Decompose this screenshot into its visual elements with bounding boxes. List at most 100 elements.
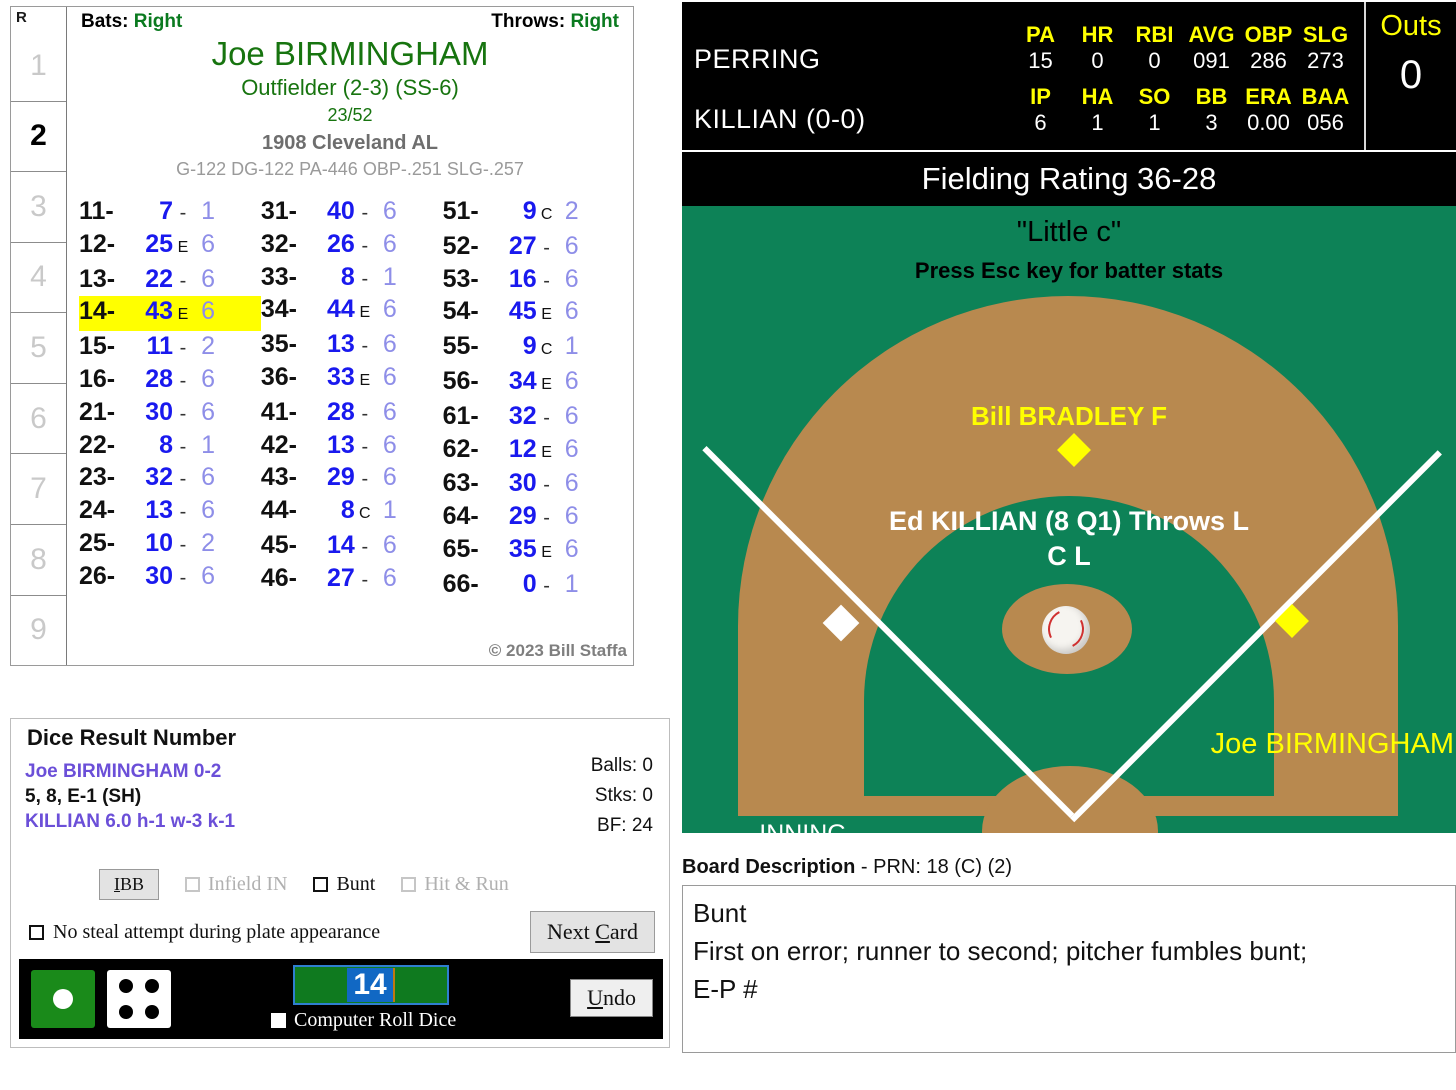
inning-cell-4[interactable]: 4: [11, 241, 66, 313]
roll-key: 12-: [79, 229, 116, 258]
die-pip: [119, 1004, 134, 1019]
roll-key: 64-: [442, 502, 479, 531]
hit-and-run-checkbox[interactable]: Hit & Run: [401, 873, 509, 896]
player-stats-line: G-122 DG-122 PA-446 OBP-.251 SLG-.257: [176, 159, 524, 179]
die-green[interactable]: [31, 970, 95, 1028]
roll-key: 36-: [260, 362, 297, 391]
roll-marker: -: [179, 533, 187, 556]
roll-number: 2: [201, 528, 215, 557]
roll-number: 2: [201, 332, 215, 361]
bunt-checkbox[interactable]: Bunt: [313, 873, 375, 896]
roll-result: 32: [145, 463, 173, 492]
roll-result: 44: [327, 295, 355, 324]
scorebar-pitcher-name: KILLIAN (0-0): [694, 104, 866, 134]
roll-key: 14-: [79, 297, 116, 326]
roll-key: 66-: [442, 569, 479, 598]
next-card-button[interactable]: Next Card: [529, 911, 655, 953]
roll-result: 13: [327, 430, 355, 459]
dice-roll-row: 16- 28-6: [79, 364, 261, 397]
inning-cell-3[interactable]: 3: [11, 171, 66, 242]
roll-key: 21-: [79, 397, 116, 426]
no-steal-checkbox[interactable]: No steal attempt during plate appearance: [29, 921, 380, 944]
roll-number: 6: [564, 469, 579, 498]
inning-cell-9[interactable]: 9: [11, 594, 66, 666]
roll-number: 6: [201, 561, 215, 590]
dice-roll-row: 15- 11-2: [79, 331, 261, 364]
roll-result: 22: [145, 264, 173, 293]
outs-panel: Outs 0: [1364, 2, 1456, 150]
die-pip: [119, 979, 134, 994]
roll-marker: -: [543, 236, 550, 259]
board-title-prefix: Board Description: [682, 856, 856, 878]
die-white[interactable]: [107, 970, 171, 1028]
pitcher-header-5: BAA: [1301, 84, 1350, 109]
roll-number: 6: [382, 430, 397, 459]
dice-roll-row: 41- 28-6: [261, 397, 443, 430]
roll-marker: C: [540, 206, 553, 223]
dice-roll-row: 31- 40-6: [261, 196, 443, 229]
roll-key: 32-: [260, 229, 297, 258]
roll-marker: -: [543, 474, 550, 497]
batter-value-2: 0: [1148, 48, 1161, 73]
scorebar-table: PA HR RBI AVG OBP SLG 15 0 0 091 286 273 IP HA SO BB E…: [1012, 22, 1354, 136]
batter-value-1: 0: [1091, 48, 1104, 73]
ibb-label-rest: BB: [120, 874, 145, 894]
dice-column-1: 11- 7-1 12- 25 E 6 13- 22-6 14- 43 E 6 15- 11-2 16- 28-…: [79, 196, 261, 602]
roll-result: 35: [508, 534, 537, 563]
roll-key: 46-: [260, 563, 297, 592]
roll-result: 29: [327, 463, 355, 492]
dice-roll-row: 66- 0-1: [443, 569, 625, 602]
roll-result: 7: [159, 197, 173, 225]
infield-in-checkbox[interactable]: Infield IN: [185, 873, 287, 896]
throws-label: Throws:: [491, 11, 566, 32]
dice-result-table: 11- 7-1 12- 25 E 6 13- 22-6 14- 43 E 6 15- 11-2 16- 28-…: [75, 196, 625, 602]
inning-cell-7[interactable]: 7: [11, 453, 66, 524]
roll-marker: -: [361, 234, 369, 257]
inning-cell-8[interactable]: 8: [11, 523, 66, 595]
roll-marker: -: [179, 435, 187, 458]
roll-marker: -: [179, 337, 187, 360]
scorebar-stats: PERRING KILLIAN (0-0) PA HR RBI AVG OBP SLG 1…: [682, 2, 1364, 150]
board-description-text: Bunt First on error; runner to second; p…: [682, 885, 1456, 1053]
die-pip: [53, 989, 73, 1009]
pitcher-value-2: 1: [1148, 110, 1161, 135]
roll-marker: E: [359, 371, 371, 389]
roll-value-field[interactable]: 14: [293, 965, 449, 1005]
player-position: Outfielder (2-3) (SS-6): [241, 75, 459, 100]
dice-roll-row: 22- 8-1: [79, 430, 261, 463]
dice-result-title: Dice Result Number: [23, 725, 241, 751]
roll-result: 9: [522, 332, 537, 361]
roll-result: 8: [159, 430, 173, 459]
roll-key: 43-: [260, 463, 297, 492]
roll-number: 6: [382, 295, 397, 324]
outs-label: Outs: [1380, 10, 1442, 42]
roll-key: 63-: [442, 469, 479, 498]
dice-roll-row: 34- 44 E 6: [261, 294, 443, 329]
dice-roll-row: 63- 30-6: [443, 468, 625, 501]
inning-cell-6[interactable]: 6: [11, 382, 66, 454]
roll-marker: E: [541, 375, 552, 393]
die-pip: [144, 979, 159, 994]
inning-cell-1[interactable]: 1: [11, 31, 66, 101]
roll-result: 11: [146, 332, 173, 361]
roll-marker: -: [361, 468, 369, 491]
roll-key: 22-: [79, 430, 116, 459]
roll-key: 23-: [79, 463, 116, 492]
baseball-field[interactable]: "Little c" Press Esc key for batter stat…: [682, 206, 1456, 833]
inning-cell-2[interactable]: 2: [11, 100, 66, 172]
inning-cell-5[interactable]: 5: [11, 312, 66, 383]
roll-number: 6: [564, 297, 579, 326]
computer-roll-checkbox[interactable]: Computer Roll Dice: [271, 1009, 456, 1032]
roll-marker: -: [179, 202, 187, 224]
roll-marker: -: [361, 267, 369, 290]
hit-and-run-label: Hit & Run: [424, 873, 509, 895]
player-ratio: 23/52: [327, 105, 373, 125]
roll-number: 1: [564, 569, 579, 598]
roll-marker: E: [541, 543, 552, 561]
press-esc-hint: Press Esc key for batter stats: [914, 258, 1224, 283]
fielding-rating-text: Fielding Rating 36-28: [921, 161, 1217, 196]
roll-key: 26-: [79, 561, 116, 590]
ibb-button[interactable]: IBB: [99, 869, 160, 900]
pitcher-sub-rating: C L: [1047, 541, 1091, 571]
undo-button[interactable]: Undo: [570, 979, 653, 1017]
